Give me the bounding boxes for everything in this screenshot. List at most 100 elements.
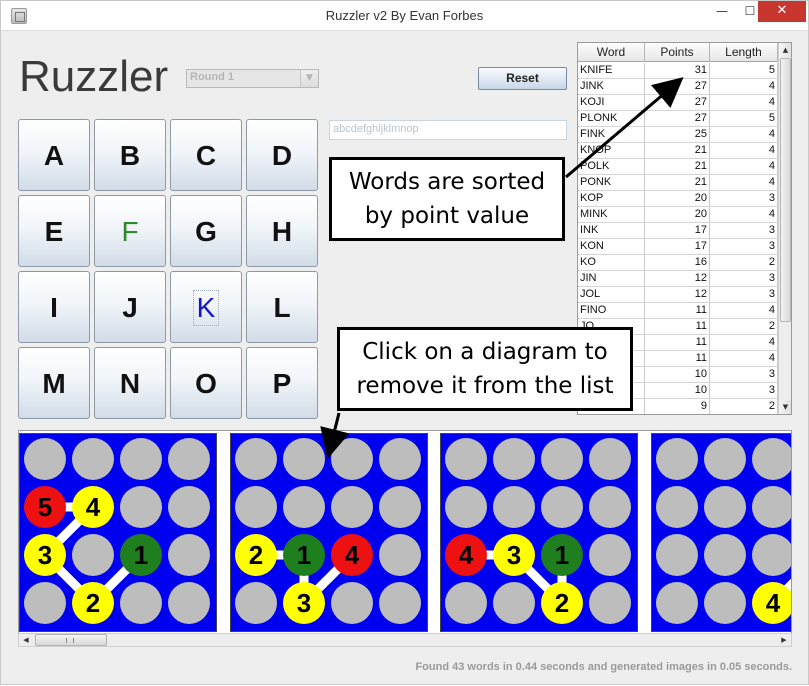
table-row[interactable]: JOL 12 3	[578, 287, 778, 303]
path-diagram-canvas: 4 3 1 2	[445, 438, 631, 624]
table-scrollbar[interactable]: ▲ ▼	[778, 43, 791, 414]
empty-node	[379, 582, 421, 624]
scroll-right-icon[interactable]: ▶	[777, 634, 791, 646]
tile-g[interactable]: G	[170, 195, 242, 267]
tile-b[interactable]: B	[94, 119, 166, 191]
scroll-thumb[interactable]	[780, 58, 791, 322]
cell-points: 20	[645, 191, 710, 206]
scroll-left-icon[interactable]: ◀	[19, 634, 33, 646]
path-diagram[interactable]: 5 4 3 1 2	[19, 433, 217, 632]
tile-e[interactable]: E	[18, 195, 90, 267]
path-diagram[interactable]: 543	[651, 433, 791, 632]
reset-button[interactable]: Reset	[478, 67, 567, 90]
cell-points: 17	[645, 223, 710, 238]
path-node-number: 5	[38, 492, 52, 522]
table-row[interactable]: FINO 11 4	[578, 303, 778, 319]
tile-k[interactable]: K	[170, 271, 242, 343]
cell-length: 5	[710, 63, 778, 78]
cell-length: 2	[710, 255, 778, 270]
empty-node	[120, 486, 162, 528]
empty-node	[704, 534, 746, 576]
empty-node	[72, 534, 114, 576]
path-node-number: 4	[766, 588, 781, 618]
empty-node	[589, 486, 631, 528]
table-row[interactable]: KNOP 21 4	[578, 143, 778, 159]
cell-points: 11	[645, 351, 710, 366]
table-row[interactable]: INK 17 3	[578, 223, 778, 239]
empty-node	[168, 486, 210, 528]
tile-l[interactable]: L	[246, 271, 318, 343]
tile-j[interactable]: J	[94, 271, 166, 343]
table-row[interactable]: PLONK 27 5	[578, 111, 778, 127]
cell-length: 3	[710, 271, 778, 286]
tile-f[interactable]: F	[94, 195, 166, 267]
tile-i[interactable]: I	[18, 271, 90, 343]
table-row[interactable]: FINK 25 4	[578, 127, 778, 143]
cell-word: PLONK	[578, 111, 645, 126]
column-header-points[interactable]: Points	[645, 43, 710, 62]
cell-length: 5	[710, 111, 778, 126]
cell-length: 4	[710, 143, 778, 158]
minimize-button[interactable]: —	[709, 1, 735, 22]
tile-h[interactable]: H	[246, 195, 318, 267]
scroll-up-icon[interactable]: ▲	[779, 43, 791, 57]
cell-word: JINK	[578, 79, 645, 94]
empty-node	[752, 486, 791, 528]
table-row[interactable]: JINK 27 4	[578, 79, 778, 95]
tile-c[interactable]: C	[170, 119, 242, 191]
tile-p[interactable]: P	[246, 347, 318, 419]
empty-node	[589, 438, 631, 480]
tile-o[interactable]: O	[170, 347, 242, 419]
tile-d[interactable]: D	[246, 119, 318, 191]
round-select[interactable]: Round 1 ▼	[186, 69, 319, 88]
path-diagram-canvas: 5 4 3 1 2	[24, 438, 210, 624]
tile-k-label: K	[192, 290, 220, 326]
empty-node	[235, 582, 277, 624]
path-node-number: 2	[86, 588, 100, 618]
cell-word: KOP	[578, 191, 645, 206]
chevron-down-icon[interactable]: ▼	[300, 70, 318, 87]
path-diagram[interactable]: 2 1 4 3	[230, 433, 428, 632]
letters-input[interactable]: abcdefghijklmnop	[329, 120, 567, 140]
tile-a[interactable]: A	[18, 119, 90, 191]
tile-n[interactable]: N	[94, 347, 166, 419]
table-row[interactable]: KON 17 3	[578, 239, 778, 255]
table-row[interactable]: KO 16 2	[578, 255, 778, 271]
horizontal-scroll-thumb[interactable]	[35, 634, 107, 646]
column-header-length[interactable]: Length	[710, 43, 778, 62]
path-node-number: 3	[507, 540, 521, 570]
diagram-scrollbar[interactable]: ◀ ▶	[18, 633, 792, 647]
empty-node	[541, 486, 583, 528]
column-header-word[interactable]: Word	[578, 43, 645, 62]
tile-m[interactable]: M	[18, 347, 90, 419]
cell-points: 10	[645, 383, 710, 398]
cell-points: 27	[645, 79, 710, 94]
close-button[interactable]: ✕	[758, 1, 806, 22]
empty-node	[752, 438, 791, 480]
path-node-number: 4	[459, 540, 474, 570]
table-row[interactable]: POLK 21 4	[578, 159, 778, 175]
scroll-down-icon[interactable]: ▼	[779, 400, 791, 414]
window-title: Ruzzler v2 By Evan Forbes	[325, 8, 484, 23]
cell-points: 11	[645, 335, 710, 350]
table-row[interactable]: MINK 20 4	[578, 207, 778, 223]
path-diagram-canvas: 2 1 4 3	[235, 438, 421, 624]
cell-length: 4	[710, 335, 778, 350]
table-row[interactable]: KOP 20 3	[578, 191, 778, 207]
sorted-annotation: Words are sorted by point value	[329, 157, 565, 241]
cell-length: 4	[710, 159, 778, 174]
cell-word: KO	[578, 255, 645, 270]
cell-points: 9	[645, 399, 710, 414]
path-diagram[interactable]: 4 3 1 2	[440, 433, 638, 632]
empty-node	[541, 438, 583, 480]
empty-node	[704, 438, 746, 480]
cell-length: 4	[710, 175, 778, 190]
path-node-number: 4	[86, 492, 101, 522]
sorted-annotation-line2: by point value	[364, 203, 530, 229]
table-row[interactable]: KNIFE 31 5	[578, 63, 778, 79]
cell-points: 21	[645, 143, 710, 158]
table-row[interactable]: KOJI 27 4	[578, 95, 778, 111]
click-annotation-line2: remove it from the list	[356, 373, 614, 399]
table-row[interactable]: JIN 12 3	[578, 271, 778, 287]
table-row[interactable]: PONK 21 4	[578, 175, 778, 191]
